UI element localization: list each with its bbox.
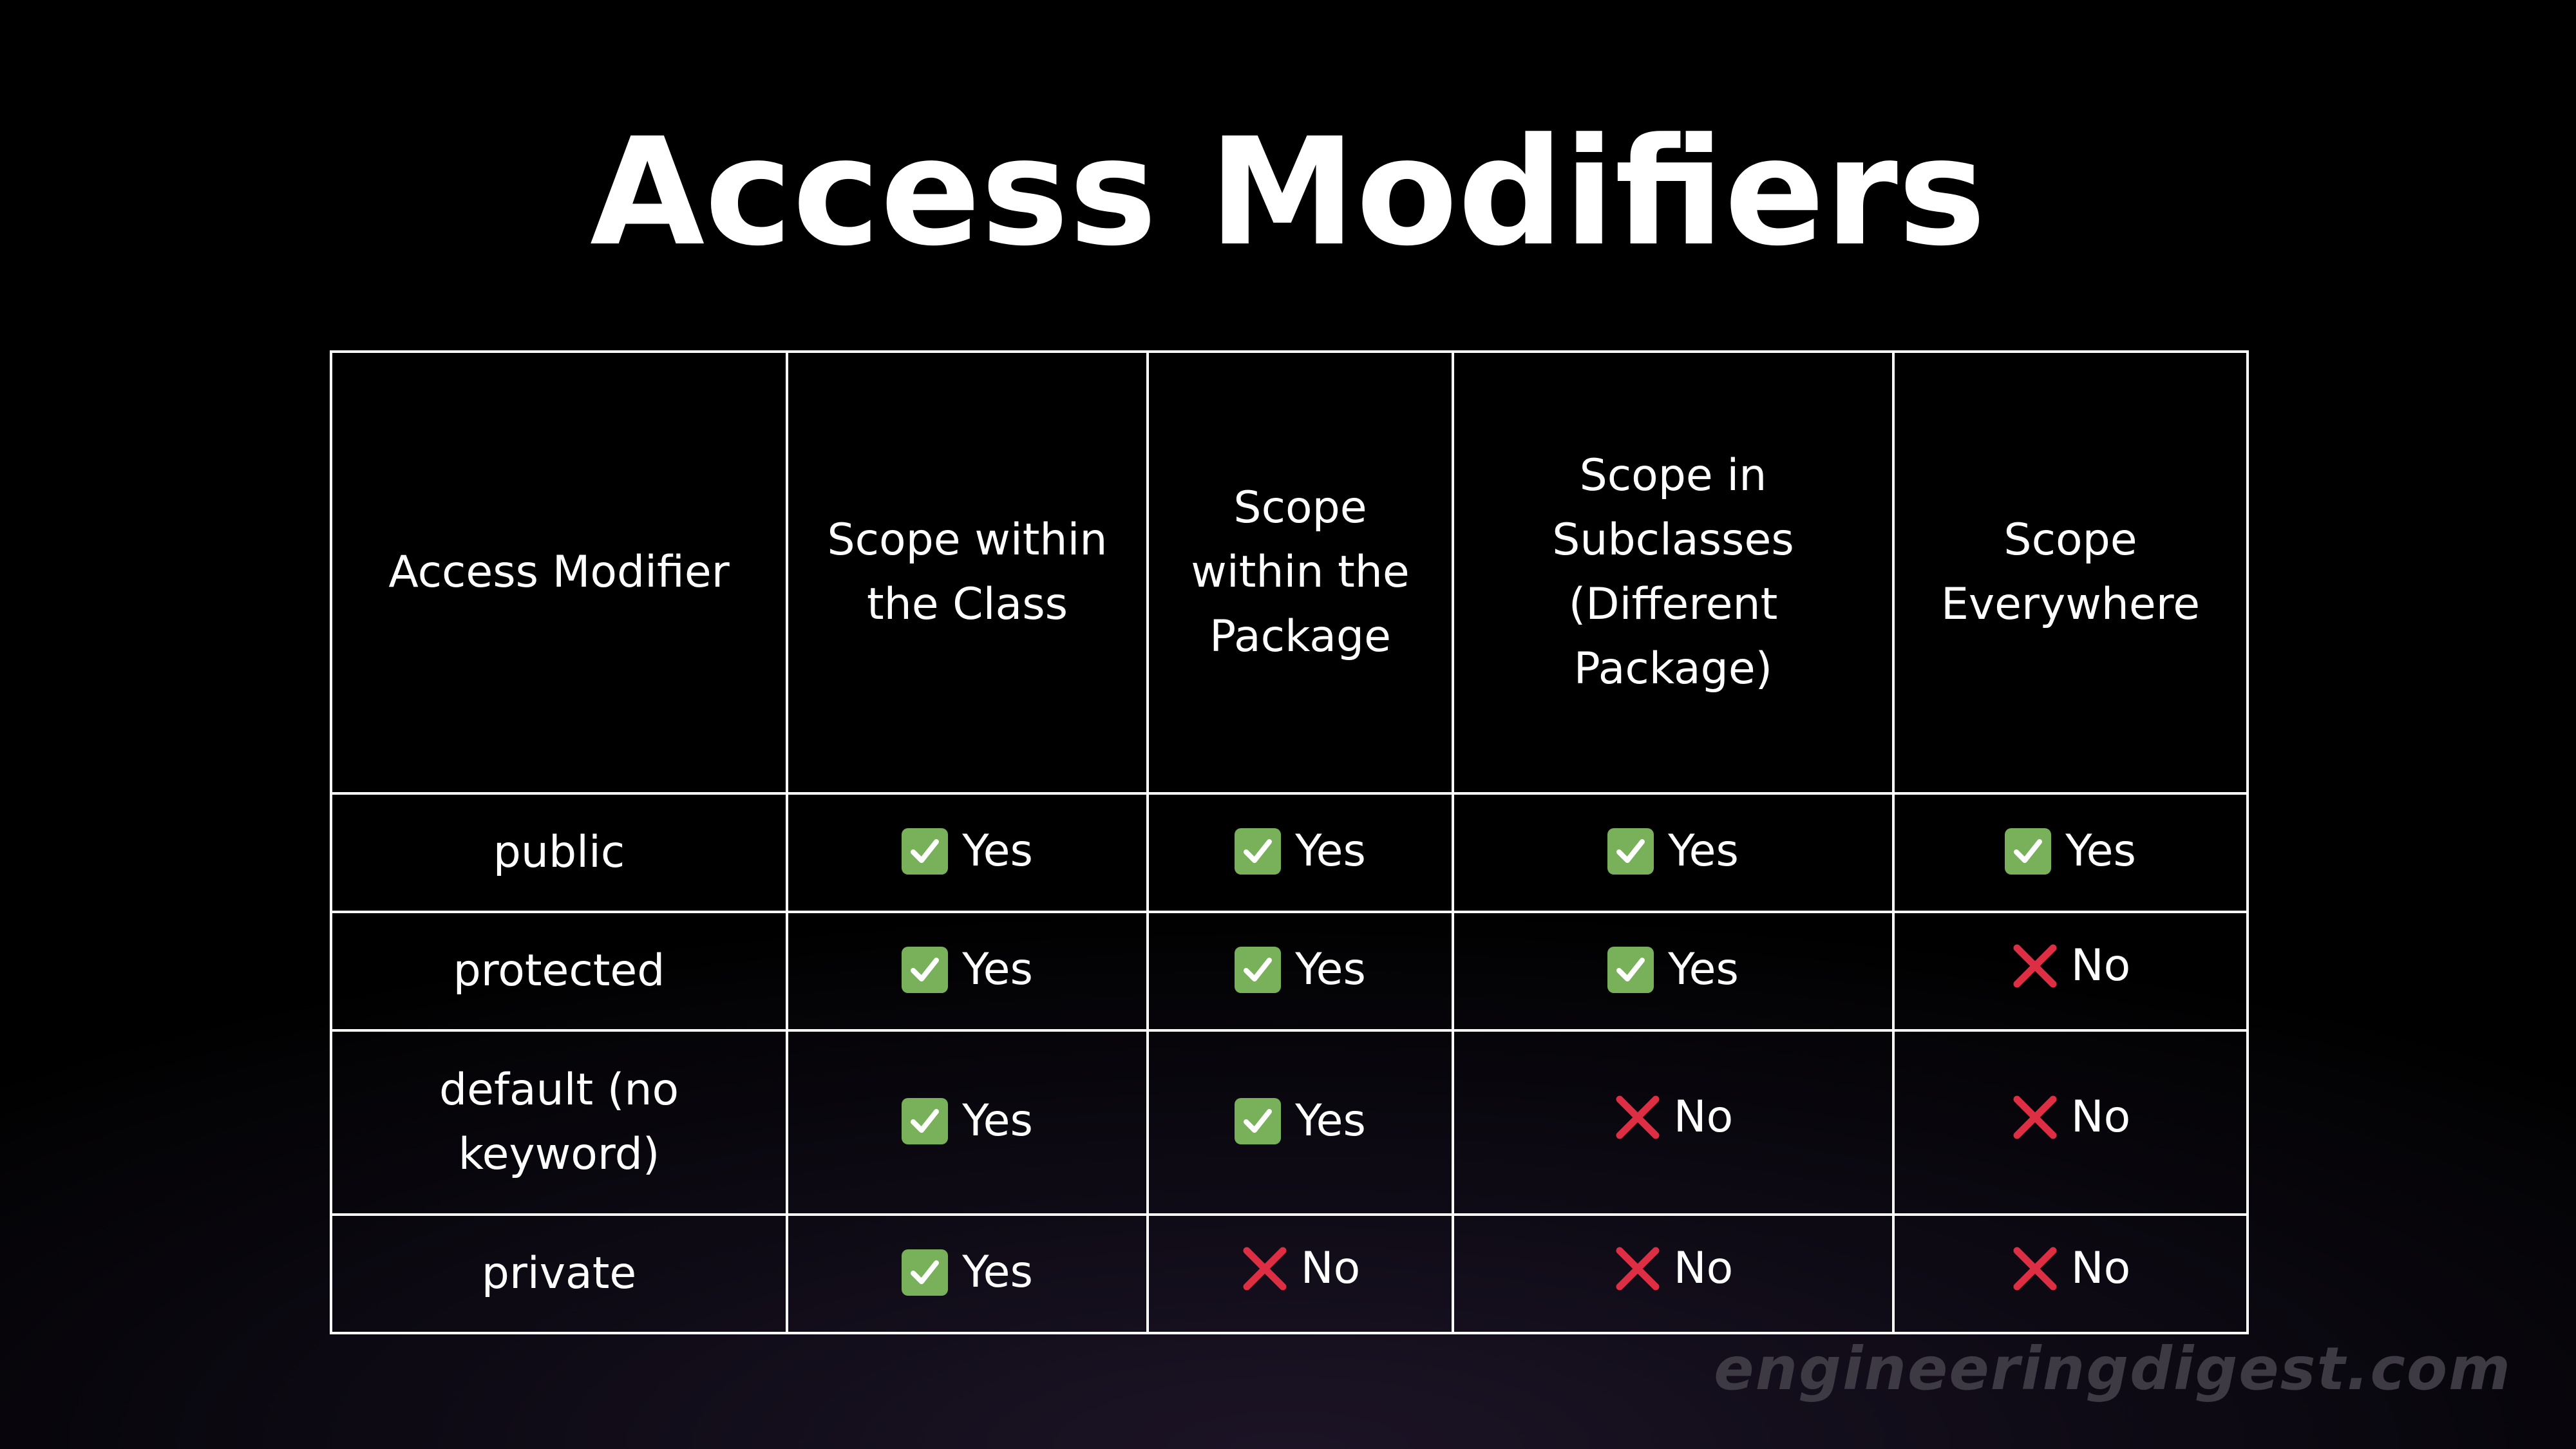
access-value: Yes [1235, 819, 1366, 884]
column-header-scope-package: Scope within the Package [1146, 350, 1454, 795]
access-value: Yes [1235, 938, 1366, 1002]
check-mark-icon [1607, 946, 1654, 993]
cross-mark-icon [2011, 942, 2060, 990]
access-cell: Yes [786, 911, 1149, 1032]
access-value: No [1240, 1236, 1360, 1301]
access-cell: No [1892, 911, 2249, 1032]
column-header-scope-class: Scope within the Class [786, 350, 1149, 795]
access-value: Yes [2005, 819, 2136, 884]
table-row: protected Yes Yes Yes No [330, 911, 2249, 1032]
access-value-label: Yes [1668, 943, 1739, 995]
access-cell: Yes [1146, 792, 1454, 913]
modifier-cell: protected [330, 911, 788, 1032]
cross-mark-icon [1240, 1244, 1289, 1293]
access-value-label: Yes [1295, 825, 1366, 876]
access-value: Yes [1607, 938, 1739, 1002]
access-cell: No [1146, 1213, 1454, 1334]
check-mark-icon [1235, 828, 1282, 875]
access-value-label: No [2070, 1092, 2131, 1142]
access-cell: Yes [1892, 792, 2249, 913]
check-mark-icon [1235, 946, 1282, 993]
access-value: Yes [1235, 1089, 1366, 1153]
access-value-label: No [1300, 1243, 1361, 1294]
access-cell: Yes [786, 792, 1149, 913]
access-cell: No [1892, 1029, 2249, 1216]
modifier-cell: public [330, 792, 788, 913]
check-mark-icon [902, 1097, 949, 1144]
check-mark-icon [902, 946, 949, 993]
access-value: Yes [902, 938, 1033, 1002]
access-cell: Yes [786, 1029, 1149, 1216]
access-modifiers-table: Access Modifier Scope within the Class S… [330, 350, 2249, 1334]
watermark: engineeringdigest.com [1714, 1334, 2512, 1403]
access-cell: Yes [1452, 792, 1895, 913]
access-value: Yes [902, 1240, 1033, 1305]
access-value-label: No [1673, 1243, 1734, 1294]
modifier-cell: default (no keyword) [330, 1029, 788, 1216]
cross-mark-icon [2011, 1244, 2060, 1293]
access-value-label: Yes [2065, 825, 2136, 876]
check-mark-icon [902, 828, 949, 875]
access-value: No [2011, 1085, 2130, 1150]
access-value: Yes [1607, 819, 1739, 884]
access-value: No [2011, 1236, 2130, 1301]
access-value: Yes [902, 819, 1033, 884]
access-value-label: Yes [962, 943, 1033, 995]
modifier-cell: private [330, 1213, 788, 1334]
access-value-label: Yes [962, 1246, 1033, 1298]
column-header-scope-everywhere: Scope Everywhere [1892, 350, 2249, 795]
cross-mark-icon [1613, 1093, 1662, 1142]
check-mark-icon [902, 1249, 949, 1296]
access-value-label: Yes [1295, 1095, 1366, 1146]
access-value-label: Yes [962, 825, 1033, 876]
access-value-label: No [2070, 1243, 2131, 1294]
access-value-label: No [2070, 940, 2131, 991]
table-row: default (no keyword) Yes Yes No No [330, 1029, 2249, 1216]
access-cell: Yes [786, 1213, 1149, 1334]
access-value: Yes [902, 1089, 1033, 1153]
access-value-label: Yes [1295, 943, 1366, 995]
cross-mark-icon [1613, 1244, 1662, 1293]
access-value-label: No [1673, 1092, 1734, 1142]
table-header-row: Access Modifier Scope within the Class S… [330, 350, 2249, 795]
access-value: No [1613, 1236, 1733, 1301]
access-value: No [1613, 1085, 1733, 1150]
column-header-scope-subclasses: Scope in Subclasses (Different Package) [1452, 350, 1895, 795]
access-cell: No [1452, 1029, 1895, 1216]
access-cell: Yes [1146, 911, 1454, 1032]
check-mark-icon [1607, 828, 1654, 875]
table-row: public Yes Yes Yes Yes [330, 792, 2249, 913]
page-title: Access Modifiers [590, 107, 1986, 279]
access-cell: Yes [1146, 1029, 1454, 1216]
access-cell: No [1452, 1213, 1895, 1334]
access-cell: Yes [1452, 911, 1895, 1032]
access-value-label: Yes [1668, 825, 1739, 876]
column-header-access-modifier: Access Modifier [330, 350, 788, 795]
cross-mark-icon [2011, 1093, 2060, 1142]
access-cell: No [1892, 1213, 2249, 1334]
table-row: private Yes No No No [330, 1213, 2249, 1334]
check-mark-icon [2005, 828, 2052, 875]
access-value-label: Yes [962, 1095, 1033, 1146]
access-value: No [2011, 934, 2130, 998]
check-mark-icon [1235, 1097, 1282, 1144]
